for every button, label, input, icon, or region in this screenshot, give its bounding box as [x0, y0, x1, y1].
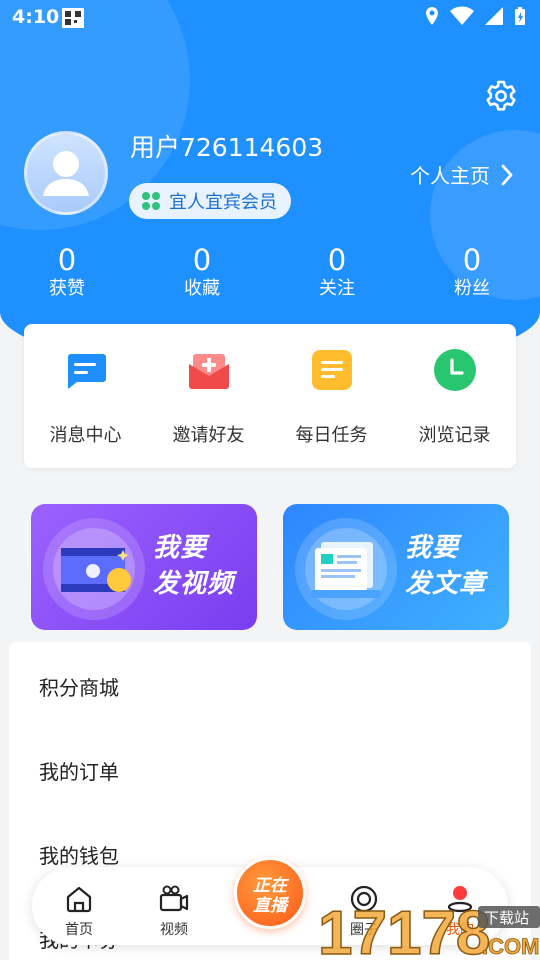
task-list-icon: [312, 350, 352, 390]
member-badge[interactable]: 宜人宜宾会员: [129, 183, 291, 219]
wifi-icon: [450, 6, 474, 25]
tab-home[interactable]: 首页: [39, 867, 119, 945]
settings-gear-icon[interactable]: [484, 79, 518, 113]
live-label: 直播: [253, 896, 287, 916]
stat-following[interactable]: 0 关注: [292, 244, 382, 302]
promo-line: 我要: [405, 533, 460, 563]
stat-value: 0: [462, 243, 482, 277]
menu-item-my-orders[interactable]: 我的订单: [39, 756, 119, 785]
homepage-link[interactable]: 个人主页: [410, 160, 514, 189]
chevron-right-icon: [501, 164, 513, 185]
quick-action-label: 消息中心: [49, 425, 122, 446]
stat-fans[interactable]: 0 粉丝: [427, 244, 517, 302]
post-article-banner[interactable]: 我要 发文章: [283, 504, 509, 630]
message-icon: [67, 354, 106, 389]
quick-action-daily-tasks[interactable]: 每日任务: [270, 324, 393, 468]
qr-notification-icon: [62, 8, 84, 28]
site-watermark-logo: 17178 下载站 .COM: [318, 898, 540, 960]
default-user-icon: [43, 151, 89, 196]
stat-likes[interactable]: 0 获赞: [22, 244, 112, 302]
invite-envelope-icon: [189, 354, 229, 389]
stat-label: 获赞: [49, 278, 85, 299]
stat-value: 0: [192, 243, 212, 277]
quick-action-label: 每日任务: [295, 425, 368, 446]
member-badge-label: 宜人宜宾会员: [169, 192, 277, 213]
avatar[interactable]: [24, 131, 108, 215]
status-time: 4:10: [12, 6, 60, 28]
video-camera-icon: [159, 885, 189, 912]
quick-action-label: 邀请好友: [172, 425, 245, 446]
quick-action-history[interactable]: 浏览记录: [393, 324, 516, 468]
promo-text: 我要 发视频: [153, 530, 234, 602]
homepage-link-label: 个人主页: [410, 164, 490, 188]
tab-label: 首页: [65, 922, 93, 938]
stats-row: 0 获赞 0 收藏 0 关注 0 粉丝: [0, 244, 540, 304]
location-icon: [426, 7, 438, 25]
promo-line: 发文章: [405, 569, 487, 599]
video-film-icon: [61, 548, 131, 592]
live-stream-button[interactable]: 正在 直播: [234, 857, 306, 929]
username: 用户726114603: [130, 133, 324, 162]
status-icons: [424, 6, 526, 26]
signal-icon: [485, 7, 503, 25]
tab-label: 视频: [160, 922, 188, 938]
live-label: 正在: [253, 876, 287, 896]
article-paper-icon: [311, 542, 381, 598]
menu-item-points-mall[interactable]: 积分商城: [39, 672, 119, 701]
watermark-number: 17178: [318, 899, 490, 960]
stat-value: 0: [57, 243, 77, 277]
post-video-banner[interactable]: 我要 发视频: [31, 504, 257, 630]
menu-item-my-wallet[interactable]: 我的钱包: [39, 840, 119, 869]
stat-label: 收藏: [184, 278, 220, 299]
watermark-sub: 下载站: [484, 909, 529, 927]
stat-value: 0: [327, 243, 347, 277]
promo-text: 我要 发文章: [405, 530, 486, 602]
stat-label: 关注: [319, 278, 355, 299]
stat-label: 粉丝: [454, 278, 490, 299]
quick-action-label: 浏览记录: [418, 425, 491, 446]
member-grid-icon: [142, 192, 160, 210]
battery-icon: [515, 7, 525, 25]
status-bar: 4:10: [0, 0, 540, 36]
stat-favorites[interactable]: 0 收藏: [157, 244, 247, 302]
history-clock-icon: [434, 349, 476, 391]
watermark-suffix: .COM: [482, 934, 539, 959]
quick-actions-card: 消息中心 邀请好友 每日任务 浏览记录: [24, 324, 516, 468]
promo-line: 我要: [153, 533, 208, 563]
quick-action-invite[interactable]: 邀请好友: [147, 324, 270, 468]
promo-line: 发视频: [153, 569, 235, 599]
quick-action-messages[interactable]: 消息中心: [24, 324, 147, 468]
tab-video[interactable]: 视频: [134, 867, 214, 945]
home-icon: [66, 886, 92, 913]
